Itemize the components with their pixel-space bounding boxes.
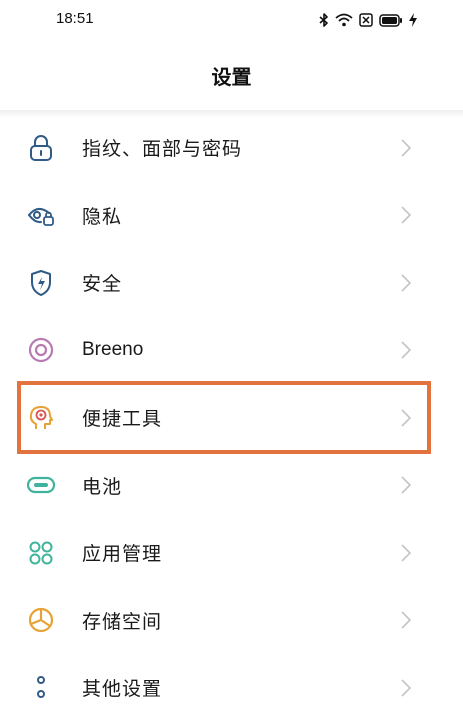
settings-item-security[interactable]: 安全 xyxy=(0,249,463,317)
pie-storage-icon xyxy=(26,605,56,635)
battery-capsule-icon xyxy=(26,470,56,500)
chevron-right-icon xyxy=(399,677,413,699)
status-icons xyxy=(319,10,417,30)
dots-icon xyxy=(26,673,56,703)
settings-item-label: 安全 xyxy=(82,273,123,296)
battery-icon xyxy=(379,13,403,27)
charging-icon xyxy=(409,13,417,27)
chevron-right-icon xyxy=(399,339,413,361)
bluetooth-icon xyxy=(319,13,329,27)
status-time: 18:51 xyxy=(56,10,94,27)
settings-item-breeno[interactable]: Breeno xyxy=(0,317,463,385)
head-target-icon xyxy=(26,403,56,433)
breeno-ring-icon xyxy=(26,335,56,365)
app-grid-icon xyxy=(26,538,56,568)
settings-item-label: 电池 xyxy=(82,475,123,498)
settings-item-fingerprint-face-password[interactable]: 指纹、面部与密码 xyxy=(0,114,463,182)
settings-item-label: Breeno xyxy=(82,339,144,361)
wifi-icon xyxy=(335,13,353,27)
sim-blocked-icon xyxy=(359,13,373,27)
page-title: 设置 xyxy=(211,64,252,89)
settings-item-convenience-tools[interactable]: 便捷工具 xyxy=(0,384,463,452)
privacy-eye-lock-icon xyxy=(26,200,56,230)
settings-item-label: 应用管理 xyxy=(82,543,163,566)
header: 设置 xyxy=(0,40,463,110)
chevron-right-icon xyxy=(399,204,413,226)
chevron-right-icon xyxy=(399,407,413,429)
settings-item-privacy[interactable]: 隐私 xyxy=(0,182,463,250)
settings-item-battery[interactable]: 电池 xyxy=(0,452,463,520)
chevron-right-icon xyxy=(399,272,413,294)
settings-item-app-management[interactable]: 应用管理 xyxy=(0,519,463,587)
chevron-right-icon xyxy=(399,137,413,159)
settings-item-other-settings[interactable]: 其他设置 xyxy=(0,654,463,722)
shield-bolt-icon xyxy=(26,268,56,298)
settings-list: 指纹、面部与密码 隐私 安全 Breeno 便捷工具 电池 应用管理 存储空间 … xyxy=(0,114,463,722)
lock-icon xyxy=(26,133,56,163)
chevron-right-icon xyxy=(399,474,413,496)
settings-item-label: 其他设置 xyxy=(82,678,163,701)
settings-item-label: 存储空间 xyxy=(82,610,163,633)
settings-item-label: 便捷工具 xyxy=(82,408,163,431)
settings-item-label: 隐私 xyxy=(82,205,123,228)
status-bar: 18:51 xyxy=(0,0,463,40)
settings-item-label: 指纹、面部与密码 xyxy=(82,138,243,161)
settings-item-storage[interactable]: 存储空间 xyxy=(0,587,463,655)
chevron-right-icon xyxy=(399,609,413,631)
chevron-right-icon xyxy=(399,542,413,564)
